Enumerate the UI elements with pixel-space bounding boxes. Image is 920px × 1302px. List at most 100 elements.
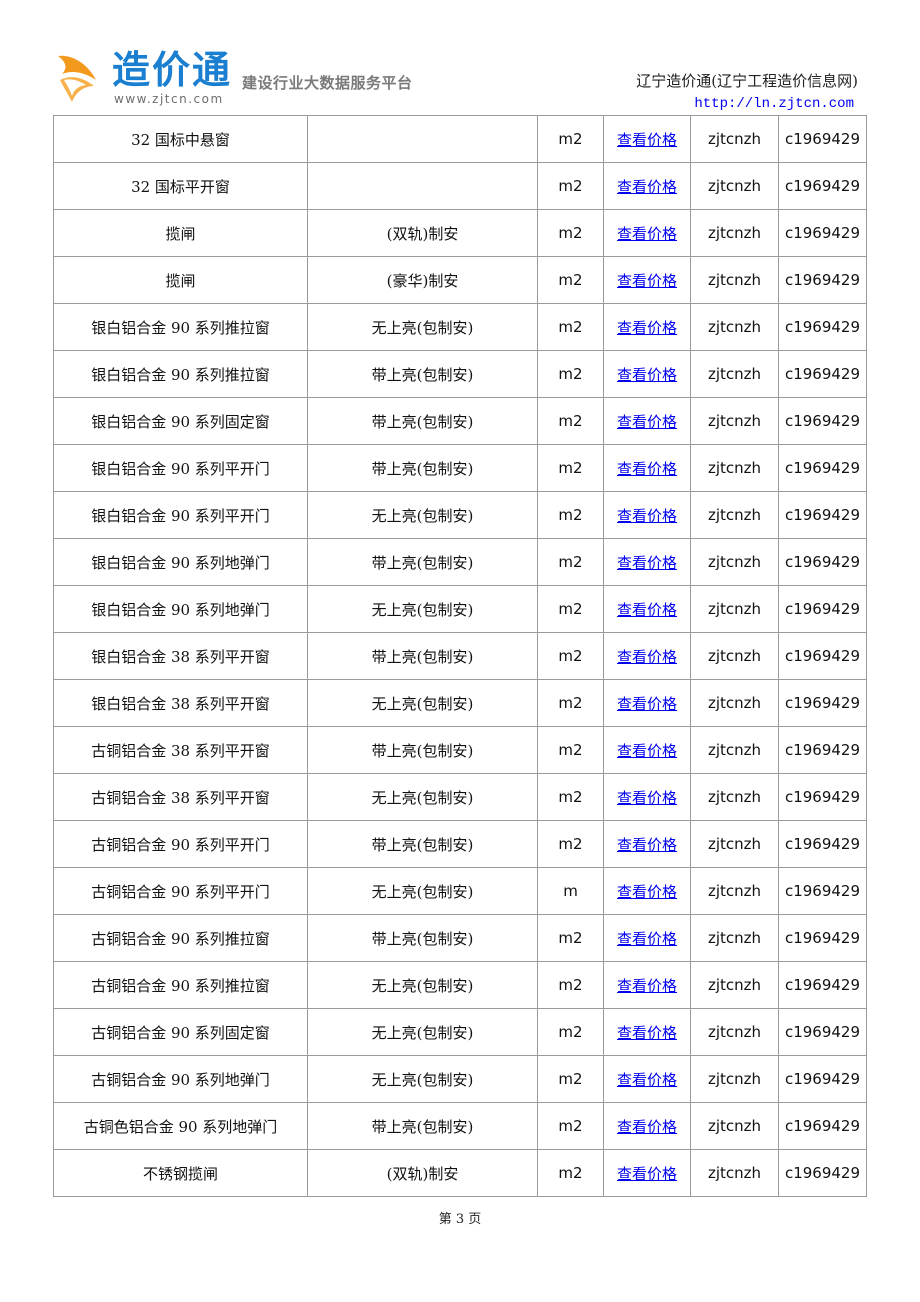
view-price-link[interactable]: 查看价格 xyxy=(617,131,677,149)
view-price-cell: 查看价格 xyxy=(603,867,691,915)
code-cell: c1969429 xyxy=(778,961,867,1009)
unit-cell: m2 xyxy=(537,679,604,727)
unit-cell: m2 xyxy=(537,162,604,210)
view-price-cell: 查看价格 xyxy=(603,961,691,1009)
view-price-link[interactable]: 查看价格 xyxy=(617,977,677,995)
spec-cell: 带上亮(包制安) xyxy=(307,632,538,680)
user-cell: zjtcnzh xyxy=(690,115,779,163)
site-url-link[interactable]: http://ln.zjtcn.com xyxy=(694,96,854,112)
user-cell: zjtcnzh xyxy=(690,303,779,351)
code-cell: c1969429 xyxy=(778,256,867,304)
unit-cell: m2 xyxy=(537,256,604,304)
view-price-link[interactable]: 查看价格 xyxy=(617,460,677,478)
view-price-link[interactable]: 查看价格 xyxy=(617,930,677,948)
logo-name: 造价通 xyxy=(112,48,233,92)
spec-cell: 带上亮(包制安) xyxy=(307,350,538,398)
view-price-cell: 查看价格 xyxy=(603,115,691,163)
view-price-link[interactable]: 查看价格 xyxy=(617,225,677,243)
material-name-cell: 古铜铝合金 38 系列平开窗 xyxy=(53,726,308,774)
view-price-cell: 查看价格 xyxy=(603,632,691,680)
table-row: 银白铝合金 90 系列推拉窗 带上亮(包制安) m2 查看价格 zjtcnzh c1969… xyxy=(53,350,867,398)
view-price-cell: 查看价格 xyxy=(603,773,691,821)
view-price-cell: 查看价格 xyxy=(603,303,691,351)
material-name-cell: 揽闸 xyxy=(53,209,308,257)
spec-cell: (豪华)制安 xyxy=(307,256,538,304)
spec-cell: 带上亮(包制安) xyxy=(307,444,538,492)
price-table-container: 32 国标中悬窗 m2 查看价格 zjtcnzh c1969429 32 国标平开窗 m2 查… xyxy=(53,115,867,1197)
user-cell: zjtcnzh xyxy=(690,914,779,962)
material-name-cell: 银白铝合金 38 系列平开窗 xyxy=(53,679,308,727)
unit-cell: m2 xyxy=(537,820,604,868)
spec-cell: (双轨)制安 xyxy=(307,209,538,257)
code-cell: c1969429 xyxy=(778,209,867,257)
user-cell: zjtcnzh xyxy=(690,585,779,633)
code-cell: c1969429 xyxy=(778,444,867,492)
code-cell: c1969429 xyxy=(778,115,867,163)
view-price-cell: 查看价格 xyxy=(603,256,691,304)
view-price-cell: 查看价格 xyxy=(603,209,691,257)
view-price-link[interactable]: 查看价格 xyxy=(617,1024,677,1042)
material-name-cell: 银白铝合金 90 系列推拉窗 xyxy=(53,350,308,398)
view-price-link[interactable]: 查看价格 xyxy=(617,319,677,337)
table-row: 古铜铝合金 90 系列推拉窗 带上亮(包制安) m2 查看价格 zjtcnzh c1969… xyxy=(53,914,867,962)
code-cell: c1969429 xyxy=(778,1055,867,1103)
spec-cell: 无上亮(包制安) xyxy=(307,1008,538,1056)
table-row: 银白铝合金 90 系列平开门 带上亮(包制安) m2 查看价格 zjtcnzh c1969… xyxy=(53,444,867,492)
butterfly-logo-icon xyxy=(58,55,96,102)
user-cell: zjtcnzh xyxy=(690,1102,779,1150)
code-cell: c1969429 xyxy=(778,1008,867,1056)
view-price-link[interactable]: 查看价格 xyxy=(617,1071,677,1089)
spec-cell: (双轨)制安 xyxy=(307,1149,538,1197)
table-row: 揽闸 (豪华)制安 m2 查看价格 zjtcnzh c1969429 xyxy=(53,256,867,304)
code-cell: c1969429 xyxy=(778,303,867,351)
view-price-link[interactable]: 查看价格 xyxy=(617,648,677,666)
view-price-link[interactable]: 查看价格 xyxy=(617,883,677,901)
unit-cell: m2 xyxy=(537,773,604,821)
unit-cell: m2 xyxy=(537,961,604,1009)
material-name-cell: 银白铝合金 90 系列推拉窗 xyxy=(53,303,308,351)
table-row: 古铜铝合金 90 系列地弹门 无上亮(包制安) m2 查看价格 zjtcnzh c1969… xyxy=(53,1055,867,1103)
logo-url: www.zjtcn.com xyxy=(114,92,224,106)
user-cell: zjtcnzh xyxy=(690,1008,779,1056)
view-price-link[interactable]: 查看价格 xyxy=(617,742,677,760)
code-cell: c1969429 xyxy=(778,1102,867,1150)
code-cell: c1969429 xyxy=(778,162,867,210)
unit-cell: m2 xyxy=(537,726,604,774)
view-price-cell: 查看价格 xyxy=(603,397,691,445)
material-name-cell: 古铜铝合金 38 系列平开窗 xyxy=(53,773,308,821)
material-name-cell: 银白铝合金 90 系列平开门 xyxy=(53,444,308,492)
zjtcn-logo[interactable]: 造价通 www.zjtcn.com xyxy=(54,48,234,110)
user-cell: zjtcnzh xyxy=(690,162,779,210)
view-price-link[interactable]: 查看价格 xyxy=(617,695,677,713)
view-price-link[interactable]: 查看价格 xyxy=(617,554,677,572)
unit-cell: m2 xyxy=(537,632,604,680)
view-price-link[interactable]: 查看价格 xyxy=(617,789,677,807)
view-price-link[interactable]: 查看价格 xyxy=(617,507,677,525)
view-price-link[interactable]: 查看价格 xyxy=(617,366,677,384)
table-row: 银白铝合金 90 系列地弹门 无上亮(包制安) m2 查看价格 zjtcnzh c1969… xyxy=(53,585,867,633)
view-price-link[interactable]: 查看价格 xyxy=(617,601,677,619)
view-price-link[interactable]: 查看价格 xyxy=(617,272,677,290)
spec-cell xyxy=(307,115,538,163)
view-price-link[interactable]: 查看价格 xyxy=(617,1165,677,1183)
view-price-link[interactable]: 查看价格 xyxy=(617,178,677,196)
unit-cell: m2 xyxy=(537,1102,604,1150)
view-price-link[interactable]: 查看价格 xyxy=(617,836,677,854)
view-price-cell: 查看价格 xyxy=(603,1102,691,1150)
code-cell: c1969429 xyxy=(778,538,867,586)
view-price-link[interactable]: 查看价格 xyxy=(617,1118,677,1136)
user-cell: zjtcnzh xyxy=(690,961,779,1009)
material-name-cell: 不锈钢揽闸 xyxy=(53,1149,308,1197)
view-price-link[interactable]: 查看价格 xyxy=(617,413,677,431)
site-title: 辽宁造价通(辽宁工程造价信息网) xyxy=(636,72,858,90)
table-row: 银白铝合金 90 系列平开门 无上亮(包制安) m2 查看价格 zjtcnzh c1969… xyxy=(53,491,867,539)
view-price-cell: 查看价格 xyxy=(603,585,691,633)
table-row: 32 国标平开窗 m2 查看价格 zjtcnzh c1969429 xyxy=(53,162,867,210)
code-cell: c1969429 xyxy=(778,867,867,915)
material-name-cell: 32 国标平开窗 xyxy=(53,162,308,210)
view-price-cell: 查看价格 xyxy=(603,1055,691,1103)
table-row: 32 国标中悬窗 m2 查看价格 zjtcnzh c1969429 xyxy=(53,115,867,163)
view-price-cell: 查看价格 xyxy=(603,679,691,727)
view-price-cell: 查看价格 xyxy=(603,1008,691,1056)
view-price-cell: 查看价格 xyxy=(603,820,691,868)
